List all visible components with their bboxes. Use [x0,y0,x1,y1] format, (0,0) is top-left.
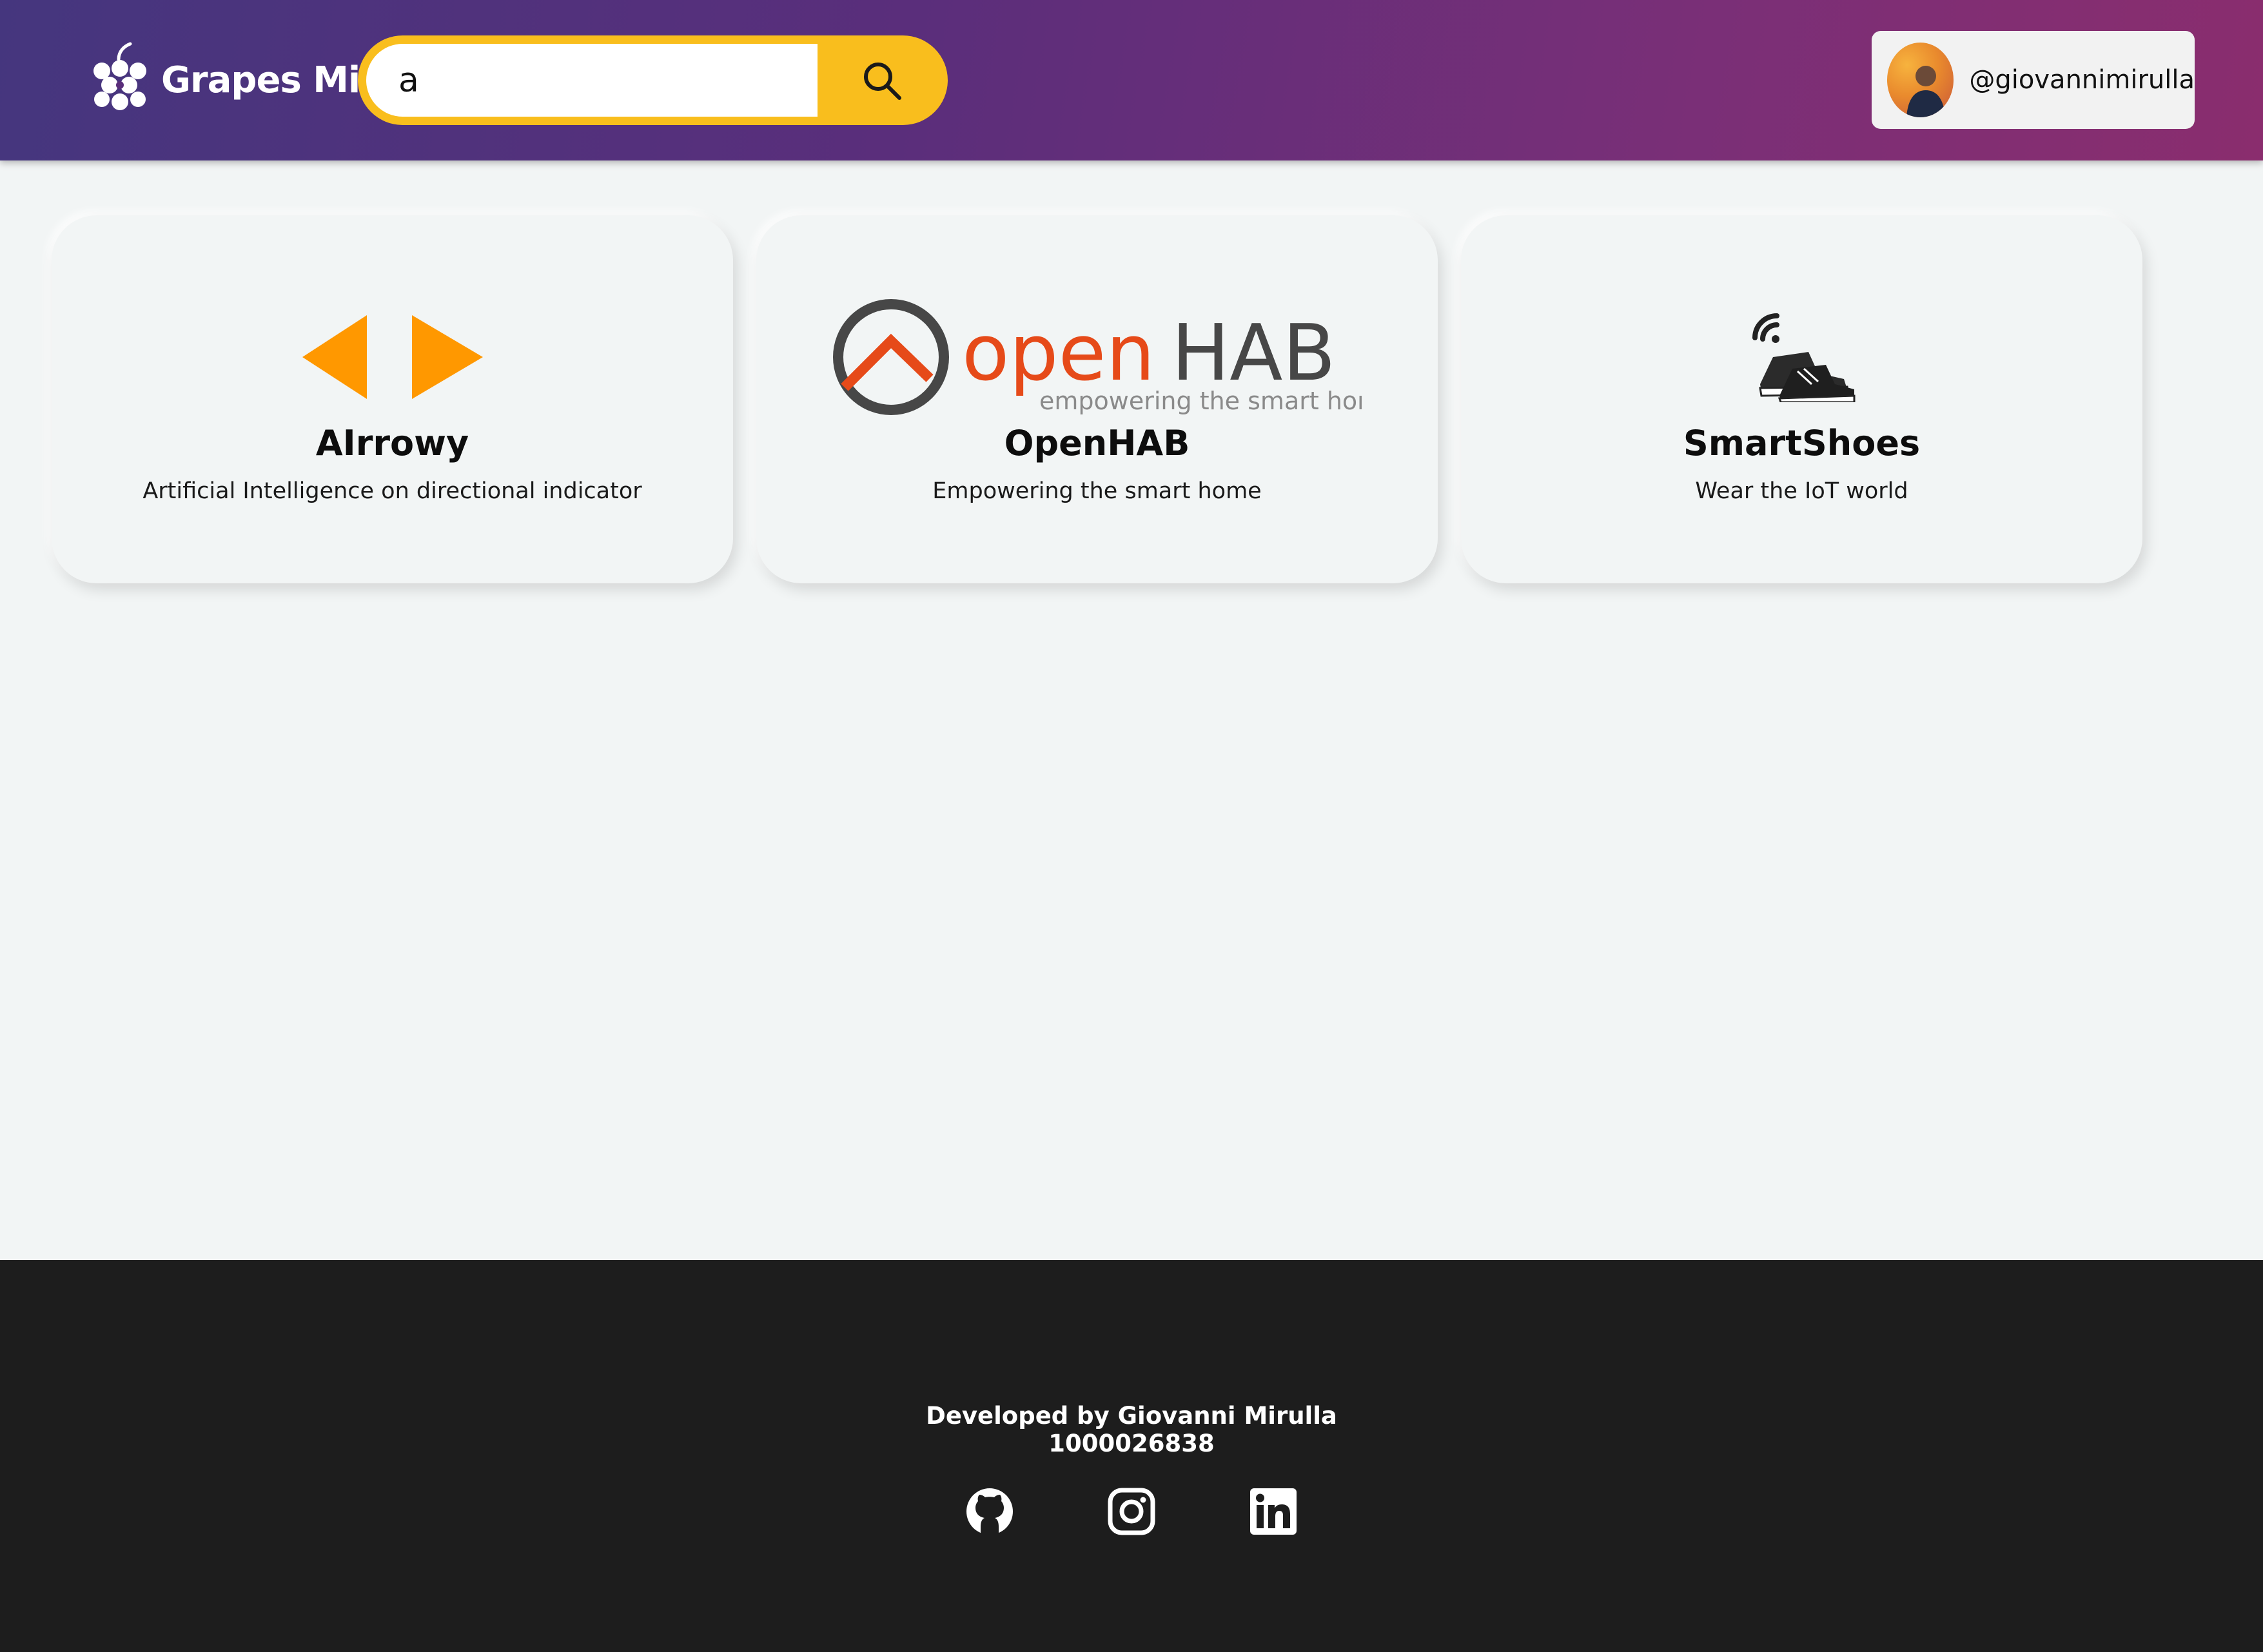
connected-sneakers-icon [1752,313,1855,402]
search-bar [358,35,948,125]
card-title: SmartShoes [1683,423,1921,463]
project-card-airrowy[interactable]: AIrrowy Artificial Intelligence on direc… [52,215,733,583]
user-profile-button[interactable]: @giovannimirulla [1872,31,2195,129]
page: Grapes Mi @giovannimirulla [0,0,2263,1652]
search-button[interactable] [827,44,937,117]
openhab-logo-tagline: empowering the smart home [1039,387,1362,415]
footer: Developed by Giovanni Mirulla 1000026838 [0,1260,2263,1652]
person-photo-icon [1906,66,1945,117]
search-input[interactable] [366,44,818,117]
card-title: OpenHAB [1004,423,1190,463]
username: @giovannimirulla [1969,65,2195,95]
brand-link[interactable]: Grapes Mi [90,40,360,120]
avatar [1887,43,1954,117]
openhab-logo-icon: open HAB empowering the smart home [832,299,1362,415]
linkedin-icon [1250,1488,1297,1535]
instagram-link[interactable] [1107,1487,1156,1536]
card-image [52,293,733,422]
card-image: open HAB empowering the smart home [756,293,1438,422]
card-title: AIrrowy [315,423,469,463]
top-navbar: Grapes Mi @giovannimirulla [0,0,2263,160]
project-card-openhab[interactable]: open HAB empowering the smart home OpenH… [756,215,1438,583]
openhab-logo-text-hab: HAB [1171,309,1336,398]
left-right-arrows-icon [302,315,483,399]
footer-student-id: 1000026838 [1048,1430,1215,1457]
project-card-smartshoes[interactable]: SmartShoes Wear the IoT world [1461,215,2142,583]
openhab-logo-text-open: open [962,309,1155,398]
footer-developer-text: Developed by Giovanni Mirulla [926,1402,1337,1430]
card-description: Artificial Intelligence on directional i… [142,478,642,504]
search-icon [864,62,901,100]
github-link[interactable] [965,1487,1014,1536]
brand-name: Grapes Mi [161,59,360,101]
github-icon [966,1488,1013,1535]
instagram-icon [1108,1488,1155,1535]
grapes-logo-icon [93,42,146,110]
card-description: Empowering the smart home [932,478,1262,504]
card-description: Wear the IoT world [1695,478,1908,504]
linkedin-link[interactable] [1249,1487,1298,1536]
card-image [1461,293,2142,422]
